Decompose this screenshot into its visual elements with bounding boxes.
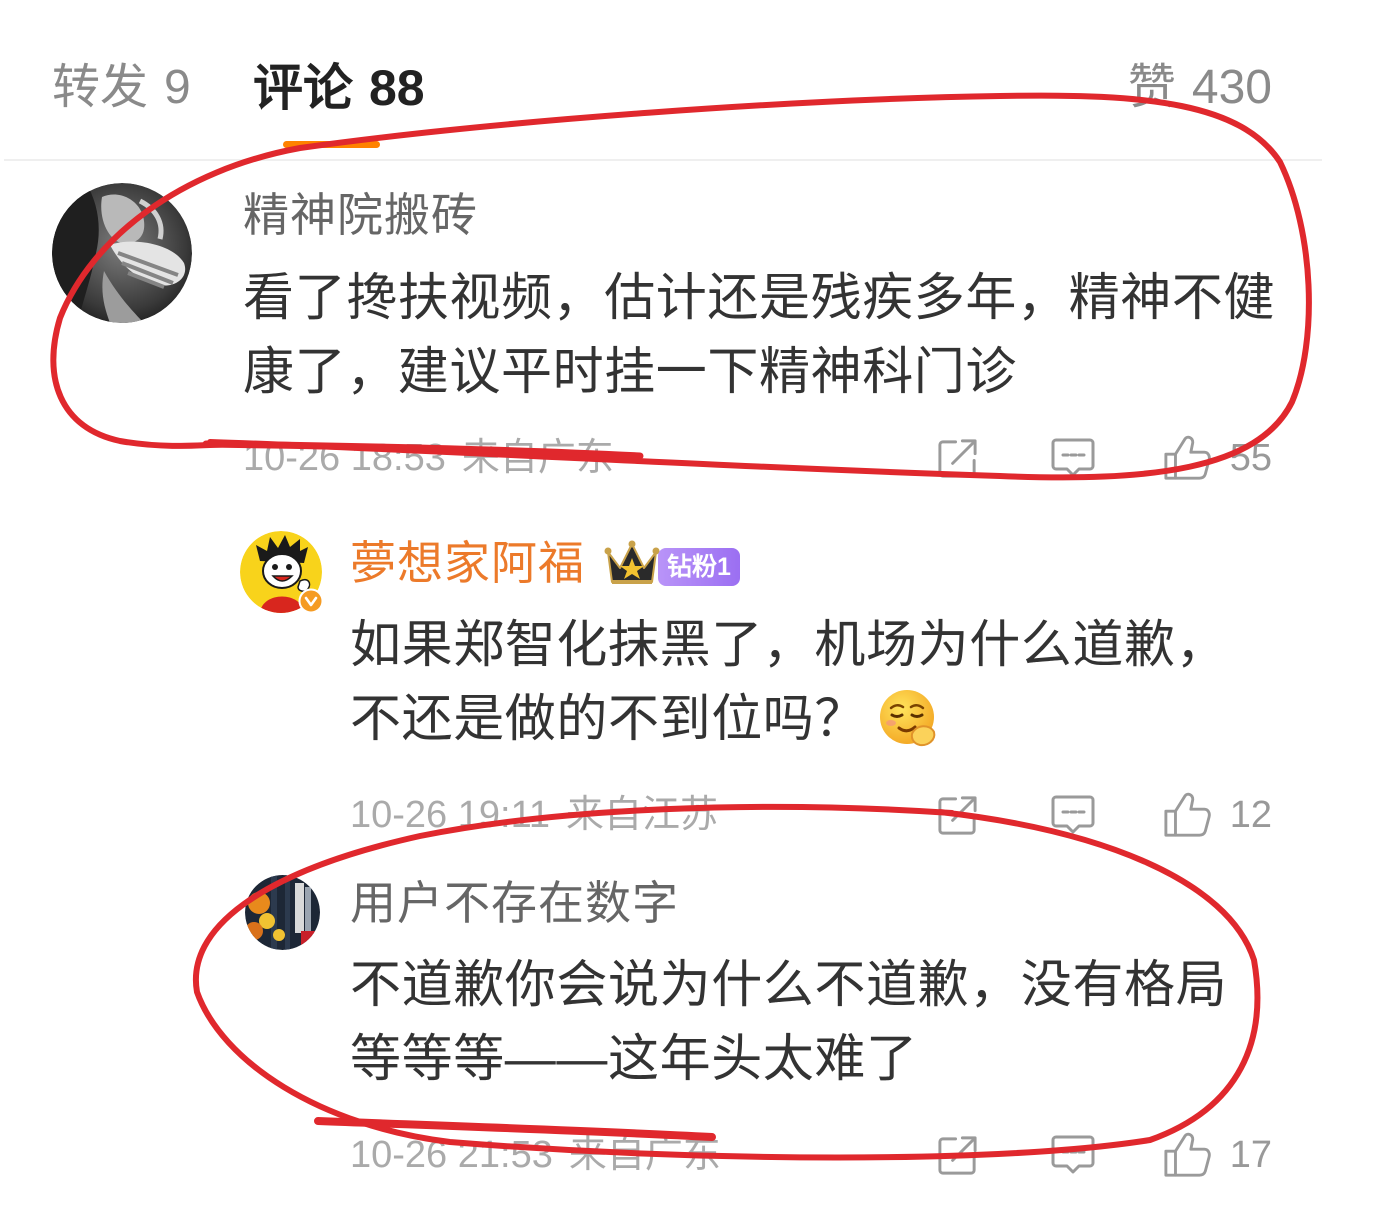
like-icon xyxy=(1162,791,1212,839)
tab-likes[interactable]: 赞 430 xyxy=(1128,60,1272,116)
avatar-image xyxy=(245,875,320,950)
comment-icon[interactable] xyxy=(1049,1133,1097,1177)
comment-text-line: 康了，建议平时挂一下精神科门诊 xyxy=(243,343,1018,400)
tab-likes-count: 430 xyxy=(1191,61,1272,114)
comment-text-line: 不道歉你会说为什么不道歉，没有格局 xyxy=(350,956,1228,1013)
comment-text-line: 看了搀扶视频，估计还是残疾多年，精神不健 xyxy=(243,269,1276,326)
comment-icon[interactable] xyxy=(1049,436,1097,480)
tab-comments[interactable]: 评论 88 xyxy=(253,60,425,116)
like-button[interactable]: 55 xyxy=(1162,434,1272,482)
comment-actions: 12 xyxy=(935,790,1272,840)
like-button[interactable]: 17 xyxy=(1162,1131,1272,1179)
comment-text-line: 等等等——这年头太难了 xyxy=(350,1030,918,1087)
comment-text: 看了搀扶视频，估计还是残疾多年，精神不健 康了，建议平时挂一下精神科门诊 xyxy=(243,261,1275,409)
tab-repost[interactable]: 转发 9 xyxy=(52,60,191,116)
like-count: 55 xyxy=(1229,437,1272,479)
verified-badge-icon xyxy=(298,588,324,614)
comment-time: 10-26 19:11 xyxy=(350,794,551,836)
like-icon xyxy=(1162,434,1212,482)
comment-text: 如果郑智化抹黑了，机场为什么道歉， 不还是做的不到位吗？ xyxy=(350,608,1227,756)
avatar[interactable] xyxy=(245,875,320,950)
comment-time: 10-26 18:53 xyxy=(243,437,446,479)
comment-location: 来自广东 xyxy=(461,437,614,479)
tab-likes-label: 赞 xyxy=(1127,61,1176,114)
comment-text-line: 如果郑智化抹黑了，机场为什么道歉， xyxy=(350,616,1228,673)
comment-text-segment: 不还是做的不到位吗？ xyxy=(350,690,867,747)
comment-time: 10-26 21:53 xyxy=(350,1134,553,1176)
share-icon[interactable] xyxy=(935,793,980,838)
like-button[interactable]: 12 xyxy=(1162,791,1272,839)
comment-location: 来自江苏 xyxy=(566,794,719,836)
tab-comments-label: 评论 xyxy=(253,60,353,116)
avatar-image xyxy=(52,183,192,323)
smirk-emoji xyxy=(880,689,936,746)
comment-location: 来自广东 xyxy=(568,1134,721,1176)
comment-meta: 10-26 18:53 来自广东 xyxy=(243,436,614,480)
tab-divider xyxy=(4,159,1322,161)
comment-meta: 10-26 21:53 来自广东 xyxy=(350,1133,721,1177)
comment-actions: 17 xyxy=(935,1130,1272,1180)
username[interactable]: 夢想家阿福 xyxy=(350,537,585,589)
comment-text: 不道歉你会说为什么不道歉，没有格局 等等等——这年头太难了 xyxy=(350,948,1227,1096)
tab-repost-label: 转发 xyxy=(52,61,149,114)
share-icon[interactable] xyxy=(935,436,980,481)
active-tab-indicator xyxy=(283,141,380,148)
comment-text-line: 不还是做的不到位吗？ xyxy=(350,682,1227,756)
tab-repost-count: 9 xyxy=(164,61,191,114)
share-icon[interactable] xyxy=(935,1133,980,1178)
avatar[interactable] xyxy=(52,183,192,323)
like-count: 12 xyxy=(1229,794,1272,836)
username[interactable]: 用户不存在数字 xyxy=(350,877,679,929)
comment-actions: 55 xyxy=(935,433,1272,483)
like-count: 17 xyxy=(1229,1134,1272,1176)
tab-comments-count: 88 xyxy=(369,60,425,116)
username[interactable]: 精神院搬砖 xyxy=(243,189,478,241)
fan-level-badge[interactable]: 钻粉1 xyxy=(658,548,740,586)
crown-icon xyxy=(604,540,660,584)
like-icon xyxy=(1162,1131,1212,1179)
comment-icon[interactable] xyxy=(1049,793,1097,837)
comment-meta: 10-26 19:11 来自江苏 xyxy=(350,793,718,837)
